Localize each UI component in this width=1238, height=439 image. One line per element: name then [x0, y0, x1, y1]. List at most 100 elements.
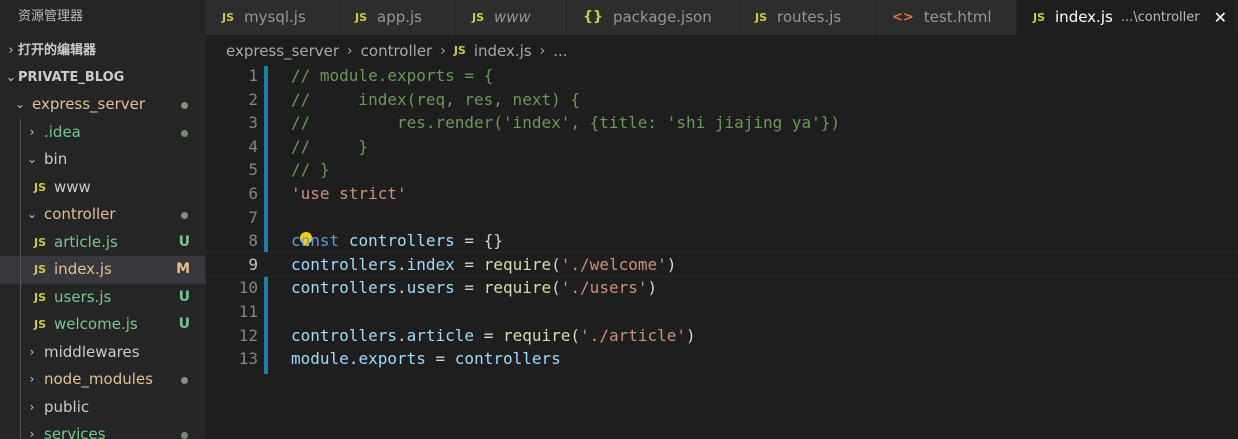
code-line[interactable]: 9 controllers.index = require('./welcome'…: [205, 251, 1238, 278]
project-label: PRIVATE_BLOG: [18, 70, 125, 85]
line-number: 9: [248, 254, 258, 274]
code-text: // res.render('index', {title: 'shi jiaj…: [291, 113, 841, 133]
tree-item-users-js[interactable]: JS users.js U: [0, 283, 206, 311]
close-icon[interactable]: ✕: [1214, 0, 1227, 35]
line-number: 1: [248, 66, 258, 85]
indent-guide: [20, 118, 21, 146]
line-number: 3: [248, 113, 258, 133]
line-number: 6: [248, 184, 258, 203]
indent-guide: [20, 366, 21, 394]
tab-label: routes.js: [777, 8, 842, 26]
tree-item-index-js[interactable]: JS index.js M: [0, 256, 206, 284]
code-line[interactable]: 10 controllers.users = require('./users'): [206, 276, 1238, 300]
tab-package-json[interactable]: {} package.json: [567, 0, 739, 35]
code-editor[interactable]: 1 // module.exports = {2 // index(req, res…: [205, 64, 1238, 439]
tree-item-node-modules[interactable]: › node_modules: [0, 366, 206, 394]
line-number: 13: [238, 349, 258, 369]
chevron-right-icon: ›: [440, 43, 446, 59]
breadcrumb-item[interactable]: controller: [361, 37, 433, 65]
line-number: 12: [238, 325, 258, 345]
file-tree: ⌄ express_server › .idea ⌄ bin JS www ⌄ …: [0, 91, 206, 439]
code-line[interactable]: 2 // index(req, res, next) {: [206, 88, 1238, 112]
tab-app-js[interactable]: JS app.js: [339, 0, 456, 35]
git-status-badge: U: [178, 316, 190, 332]
line-number: 10: [238, 278, 258, 298]
indent-guide: [20, 338, 21, 366]
project-section[interactable]: ⌄ PRIVATE_BLOG: [0, 64, 206, 91]
status-dot: [181, 129, 188, 137]
status-dot: [181, 432, 188, 439]
indent-guide: [20, 173, 21, 201]
tab-test-html[interactable]: <> test.html: [876, 0, 1017, 35]
tree-item-idea[interactable]: › .idea: [0, 118, 206, 146]
code-line[interactable]: 13 module.exports = controllers: [206, 347, 1238, 371]
line-number: 5: [248, 160, 258, 180]
explorer-sidebar: 资源管理器 › 打开的编辑器 ⌄ PRIVATE_BLOG ⌄ express_…: [0, 0, 206, 439]
status-dot: [181, 212, 188, 219]
chevron-right-icon: ›: [347, 43, 353, 59]
chevron-right-icon: ›: [29, 124, 35, 139]
js-file-icon: JS: [472, 11, 485, 24]
indent-guide: [20, 393, 21, 421]
indent-guide: [20, 311, 21, 339]
indent-guide: [20, 421, 21, 439]
js-file-icon: JS: [453, 44, 466, 57]
code-line[interactable]: 11: [206, 300, 1238, 324]
line-number: 2: [248, 89, 258, 109]
chevron-right-icon: ›: [539, 43, 546, 59]
json-file-icon: {}: [583, 9, 603, 25]
code-line[interactable]: 12 controllers.article = require('./artic…: [206, 324, 1238, 348]
tree-item-label: .idea: [44, 122, 81, 141]
tab-label: mysql.js: [244, 8, 306, 26]
tree-item-article-js[interactable]: JS article.js U: [0, 228, 206, 256]
code-text: 'use strict': [291, 184, 407, 203]
breadcrumb-item[interactable]: express_server: [226, 37, 339, 65]
code-text: // index(req, res, next) {: [291, 89, 580, 109]
tree-item-label: users.js: [54, 287, 112, 306]
code-line[interactable]: 5 // }: [206, 158, 1238, 182]
git-status-badge: M: [176, 261, 190, 277]
chevron-down-icon: ⌄: [26, 152, 38, 166]
tree-item-bin[interactable]: ⌄ bin: [0, 146, 206, 174]
code-line[interactable]: 8 const controllers = {}: [206, 229, 1238, 253]
code-line[interactable]: 1 // module.exports = {: [206, 64, 1238, 88]
js-file-icon: JS: [34, 180, 47, 194]
code-line[interactable]: 6 'use strict': [206, 182, 1238, 206]
js-file-icon: JS: [34, 235, 47, 249]
tab-mysql-js[interactable]: JS mysql.js: [206, 0, 339, 35]
explorer-title: 资源管理器: [0, 0, 206, 37]
js-file-icon: JS: [755, 11, 768, 24]
line-number: 8: [248, 231, 258, 251]
tree-item-label: article.js: [54, 232, 118, 251]
tab-index-js[interactable]: JS index.js ...\controller ✕: [1017, 0, 1238, 35]
tree-item-express-server[interactable]: ⌄ express_server: [0, 91, 206, 119]
open-editors-section[interactable]: › 打开的编辑器: [0, 37, 206, 64]
breadcrumb-item[interactable]: ...: [553, 37, 567, 65]
js-file-icon: JS: [34, 318, 47, 331]
chevron-right-icon: ›: [29, 372, 35, 386]
tab-routes-js[interactable]: JS routes.js: [739, 0, 876, 35]
code-line[interactable]: 7: [206, 206, 1238, 230]
tree-item-controller[interactable]: ⌄ controller: [0, 201, 206, 229]
tree-item-services[interactable]: › services: [0, 421, 206, 439]
git-status-badge: U: [178, 233, 190, 250]
html-file-icon: <>: [892, 10, 914, 25]
tree-item-label: public: [44, 397, 90, 416]
tree-item-www[interactable]: JS www: [0, 173, 206, 201]
code-line[interactable]: 3 // res.render('index', {title: 'shi jia…: [206, 111, 1238, 135]
tree-item-public[interactable]: › public: [0, 393, 206, 421]
code-text: const controllers = {}: [291, 231, 503, 251]
tree-item-label: index.js: [54, 260, 112, 278]
breadcrumb-item[interactable]: index.js: [474, 37, 532, 65]
tab-label: app.js: [377, 8, 423, 26]
tree-item-middlewares[interactable]: › middlewares: [0, 338, 206, 366]
code-text: controllers.index = require('./welcome'): [291, 254, 677, 274]
code-line[interactable]: 4 // }: [206, 135, 1238, 159]
indent-guide: [20, 283, 21, 311]
tree-item-welcome-js[interactable]: JS welcome.js U: [0, 311, 206, 339]
chevron-down-icon: ⌄: [14, 97, 26, 111]
tree-item-label: bin: [44, 150, 68, 168]
js-file-icon: JS: [34, 263, 47, 276]
line-number: 4: [248, 136, 258, 156]
tab-www[interactable]: JS www: [456, 0, 567, 35]
